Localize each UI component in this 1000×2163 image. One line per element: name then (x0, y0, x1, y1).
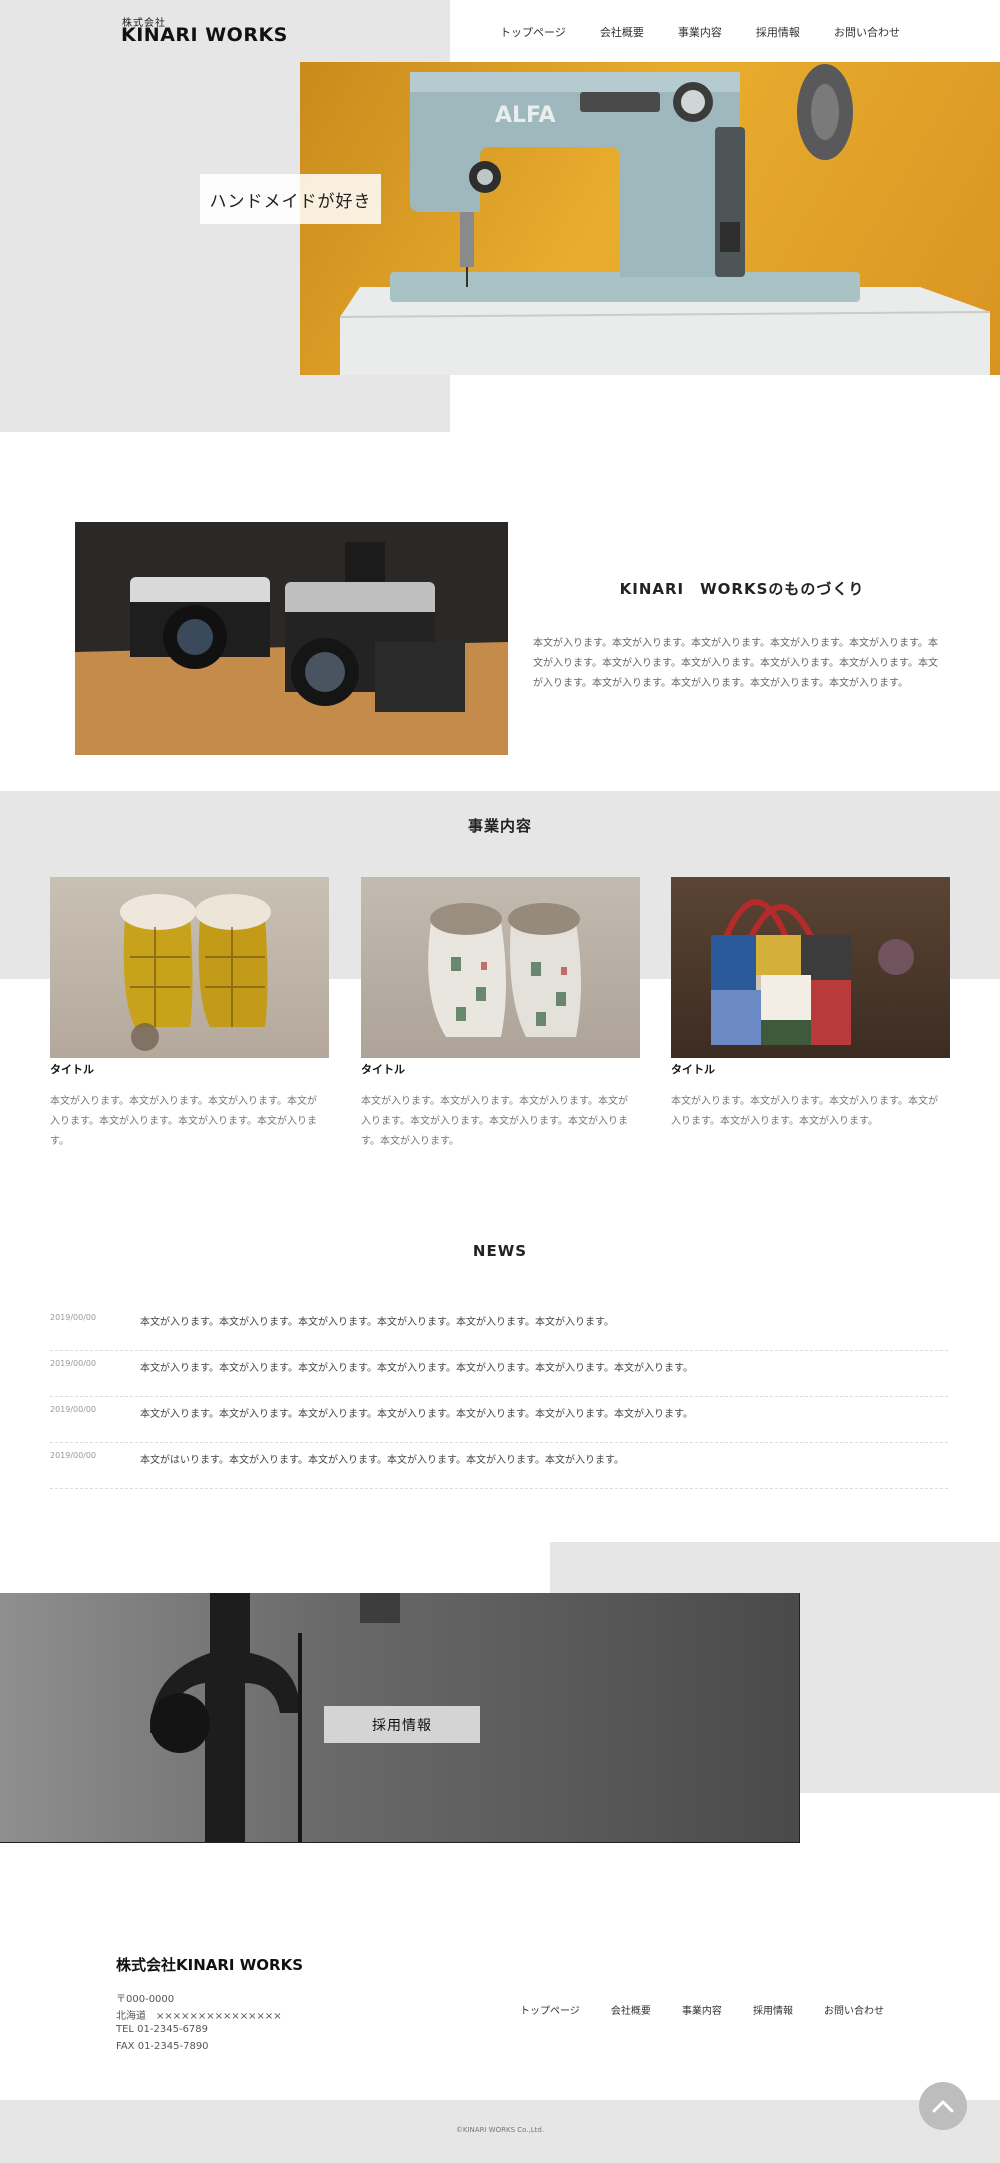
card-text-line: 入ります。本文が入ります。本文が入ります。本文が入りま (361, 1116, 628, 1127)
news-item[interactable]: 2019/00/00 本文がはいります。本文が入ります。本文が入ります。本文が入… (50, 1443, 948, 1489)
card-text-line: す。 (50, 1136, 69, 1147)
card-text-line: 入ります。本文が入ります。本文が入ります。 (671, 1116, 878, 1127)
card-text-line: す。本文が入ります。 (361, 1136, 459, 1147)
footer-postal-code: 〒000-0000 (116, 1994, 175, 2005)
business-card-3-photo[interactable] (671, 877, 950, 1058)
business-card-1-text: 本文が入ります。本文が入ります。本文が入ります。本文が 入ります。本文が入ります… (50, 1092, 330, 1152)
news-item[interactable]: 2019/00/00 本文が入ります。本文が入ります。本文が入ります。本文が入り… (50, 1397, 948, 1443)
plaid-slippers-illustration (120, 894, 271, 1051)
business-card-3-title[interactable]: タイトル (671, 1061, 715, 1077)
footer-nav-item-recruit[interactable]: 採用情報 (753, 2002, 793, 2017)
news-date: 2019/00/00 (50, 1313, 97, 1322)
footer-nav: トップページ 会社概要 事業内容 採用情報 お問い合わせ (520, 2002, 884, 2017)
copyright-text: ©KINARI WORKS Co.,Ltd. (455, 2126, 545, 2134)
business-card-2-photo[interactable] (361, 877, 640, 1058)
nav-item-recruit[interactable]: 採用情報 (756, 24, 800, 40)
business-card-2-text: 本文が入ります。本文が入ります。本文が入ります。本文が 入ります。本文が入ります… (361, 1092, 641, 1152)
news-item[interactable]: 2019/00/00 本文が入ります。本文が入ります。本文が入ります。本文が入り… (50, 1351, 948, 1397)
news-text[interactable]: 本文が入ります。本文が入ります。本文が入ります。本文が入ります。本文が入ります。… (140, 1405, 693, 1420)
business-card-1-photo[interactable] (50, 877, 329, 1058)
business-card-3-text: 本文が入ります。本文が入ります。本文が入ります。本文が 入ります。本文が入ります… (671, 1092, 951, 1132)
about-cameras-photo (75, 522, 508, 755)
nav-item-top[interactable]: トップページ (500, 24, 566, 40)
machine-brand-text: ALFA (495, 103, 556, 128)
chevron-up-icon (932, 2100, 954, 2113)
business-card-1-title[interactable]: タイトル (50, 1061, 94, 1077)
footer-nav-item-business[interactable]: 事業内容 (682, 2002, 722, 2017)
news-date: 2019/00/00 (50, 1451, 97, 1460)
sewing-machine-illustration: ALFA (339, 64, 991, 375)
about-body-line: が入ります。本文が入ります。本文が入ります。本文が入ります。本文が入ります。 (533, 678, 908, 689)
footer-nav-item-company[interactable]: 会社概要 (611, 2002, 651, 2017)
about-body-line: 本文が入ります。本文が入ります。本文が入ります。本文が入ります。本文が入ります。… (533, 638, 938, 649)
about-heading: KINARI WORKSのものづくり (619, 580, 865, 598)
about-body: 本文が入ります。本文が入ります。本文が入ります。本文が入ります。本文が入ります。… (533, 634, 953, 694)
back-to-top-button[interactable] (919, 2082, 967, 2130)
news-text[interactable]: 本文が入ります。本文が入ります。本文が入ります。本文が入ります。本文が入ります。… (140, 1359, 693, 1374)
card-text-line: 本文が入ります。本文が入ります。本文が入ります。本文が (671, 1096, 938, 1107)
nav-item-business[interactable]: 事業内容 (678, 24, 722, 40)
recruit-button[interactable]: 採用情報 (324, 1706, 480, 1743)
news-date: 2019/00/00 (50, 1359, 97, 1368)
nav-item-contact[interactable]: お問い合わせ (834, 24, 900, 40)
patchwork-bag-illustration (711, 899, 914, 1045)
about-body-line: 文が入ります。本文が入ります。本文が入ります。本文が入ります。本文が入ります。本… (533, 658, 938, 669)
card-text-line: 入ります。本文が入ります。本文が入ります。本文が入りま (50, 1116, 317, 1127)
global-nav: トップページ 会社概要 事業内容 採用情報 お問い合わせ (500, 24, 900, 40)
hero-sewing-machine-photo: ALFA (300, 62, 1000, 375)
patterned-slippers-illustration (428, 903, 581, 1037)
news-text[interactable]: 本文がはいります。本文が入ります。本文が入ります。本文が入ります。本文が入ります… (140, 1451, 624, 1466)
business-card-2-title[interactable]: タイトル (361, 1061, 405, 1077)
news-heading: NEWS (472, 1242, 528, 1260)
footer-address: 北海道 ××××××××××××××× (116, 2011, 282, 2022)
footer-nav-item-top[interactable]: トップページ (520, 2002, 580, 2017)
logo-name[interactable]: KINARI WORKS (121, 24, 288, 46)
footer-company-name: 株式会社KINARI WORKS (116, 1956, 303, 1974)
cameras-illustration (75, 522, 508, 755)
news-text[interactable]: 本文が入ります。本文が入ります。本文が入ります。本文が入ります。本文が入ります。… (140, 1313, 614, 1328)
card-text-line: 本文が入ります。本文が入ります。本文が入ります。本文が (50, 1096, 317, 1107)
business-heading: 事業内容 (467, 817, 532, 835)
footer-nav-item-contact[interactable]: お問い合わせ (824, 2002, 884, 2017)
news-item[interactable]: 2019/00/00 本文が入ります。本文が入ります。本文が入ります。本文が入り… (50, 1305, 948, 1351)
news-date: 2019/00/00 (50, 1405, 97, 1414)
footer-fax: FAX 01-2345-7890 (116, 2041, 209, 2052)
nav-item-company[interactable]: 会社概要 (600, 24, 644, 40)
footer-tel: TEL 01-2345-6789 (116, 2024, 209, 2035)
card-text-line: 本文が入ります。本文が入ります。本文が入ります。本文が (361, 1096, 628, 1107)
hero-title: ハンドメイドが好き (200, 174, 381, 224)
